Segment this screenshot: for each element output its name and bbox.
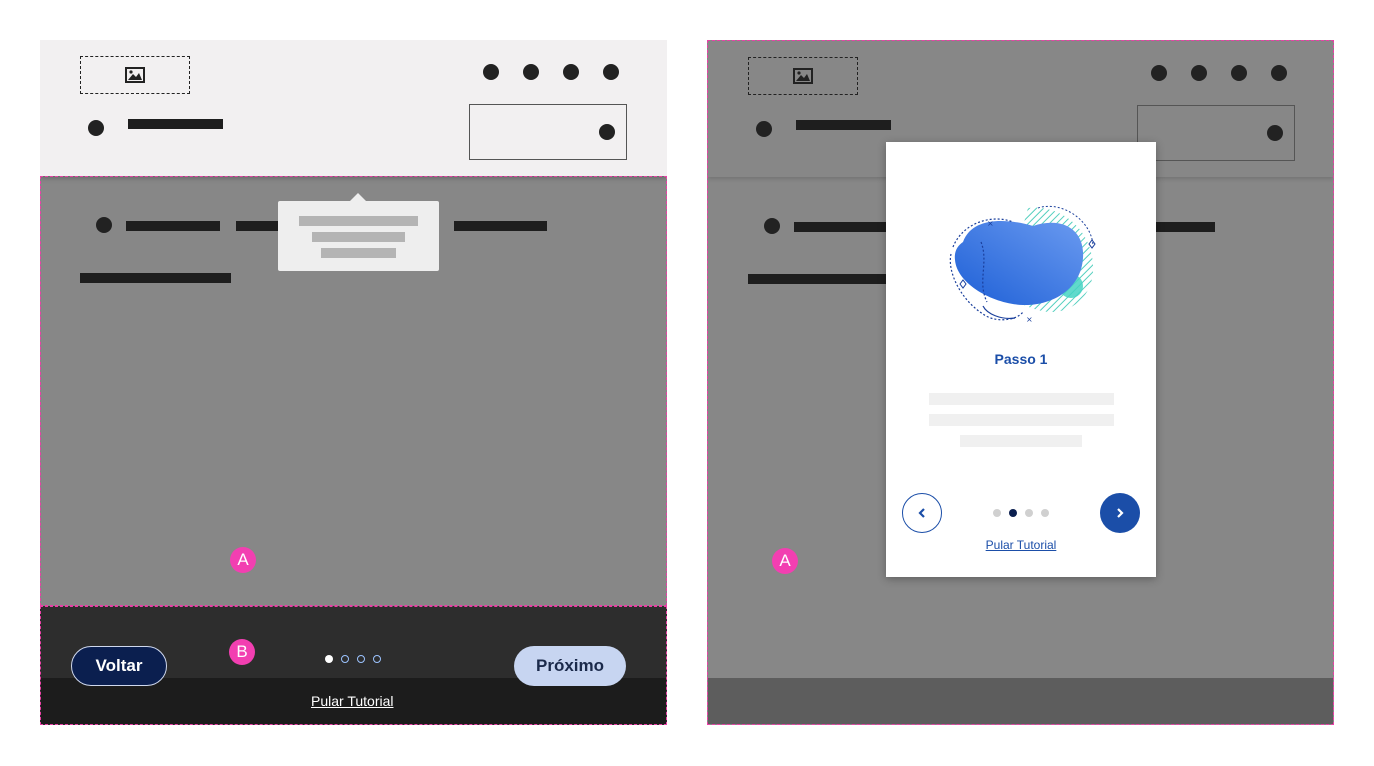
content-text (80, 273, 231, 283)
skip-tutorial-link[interactable]: Pular Tutorial (886, 538, 1156, 552)
blob-illustration: × × (949, 205, 1096, 324)
logo-placeholder (748, 57, 858, 95)
header-icon-3[interactable] (563, 64, 579, 80)
pagination-dot[interactable] (1025, 509, 1033, 517)
header-icon-3[interactable] (1231, 65, 1247, 81)
header-icon-1[interactable] (483, 64, 499, 80)
search-icon (1267, 125, 1283, 141)
svg-text:×: × (1026, 315, 1033, 324)
modal-title: Passo 1 (994, 351, 1048, 367)
search-icon (599, 124, 615, 140)
pagination-dot-active[interactable] (1009, 509, 1017, 517)
tooltip-line (299, 216, 418, 226)
modal-text-line (960, 435, 1082, 447)
image-icon (793, 68, 813, 84)
content-text (748, 274, 893, 284)
nav-item-3[interactable] (454, 221, 547, 231)
pagination-dot[interactable] (341, 655, 349, 663)
pagination-dot-active[interactable] (325, 655, 333, 663)
pagination-dot[interactable] (1041, 509, 1049, 517)
skip-tutorial-link[interactable]: Pular Tutorial (311, 693, 393, 709)
next-button[interactable] (1100, 493, 1140, 533)
image-icon (125, 67, 145, 83)
tutorial-modal: × × Passo 1 Pular Tutorial (886, 142, 1156, 577)
chevron-right-icon (1117, 508, 1124, 518)
header-text (128, 119, 223, 129)
header-icon-4[interactable] (603, 64, 619, 80)
modal-text-line (929, 393, 1114, 405)
wireframe-panel-left: A Voltar B Próximo Pular Tutorial (40, 40, 667, 725)
annotation-badge-a: A (230, 547, 256, 573)
svg-text:×: × (987, 219, 994, 228)
annotation-badge-b: B (229, 639, 255, 665)
search-input[interactable] (469, 104, 627, 160)
pagination-dot[interactable] (993, 509, 1001, 517)
previous-button[interactable] (902, 493, 942, 533)
header-text (796, 120, 891, 130)
next-button[interactable]: Próximo (514, 646, 626, 686)
header (40, 40, 667, 176)
annotation-badge-a: A (772, 548, 798, 574)
nav-item-1[interactable] (794, 222, 894, 232)
search-input[interactable] (1137, 105, 1295, 161)
tooltip-line (321, 248, 396, 258)
nav-item-2[interactable] (236, 221, 280, 231)
modal-text-line (929, 414, 1114, 426)
tutorial-footer: Voltar B Próximo Pular Tutorial (40, 606, 667, 725)
header-icon-1[interactable] (1151, 65, 1167, 81)
back-button[interactable]: Voltar (71, 646, 167, 686)
nav-item-1[interactable] (126, 221, 220, 231)
header-icon-2[interactable] (1191, 65, 1207, 81)
pagination-dot[interactable] (373, 655, 381, 663)
menu-icon[interactable] (756, 121, 772, 137)
menu-icon[interactable] (88, 120, 104, 136)
nav-item-icon[interactable] (96, 217, 112, 233)
pagination-dot[interactable] (357, 655, 365, 663)
logo-placeholder (80, 56, 190, 94)
tooltip-line (312, 232, 405, 242)
tooltip (278, 193, 439, 271)
header-icon-2[interactable] (523, 64, 539, 80)
nav-item-icon[interactable] (764, 218, 780, 234)
chevron-left-icon (918, 508, 925, 518)
nav-item-3[interactable] (1148, 222, 1215, 232)
footer-strip (708, 678, 1333, 724)
header-icon-4[interactable] (1271, 65, 1287, 81)
